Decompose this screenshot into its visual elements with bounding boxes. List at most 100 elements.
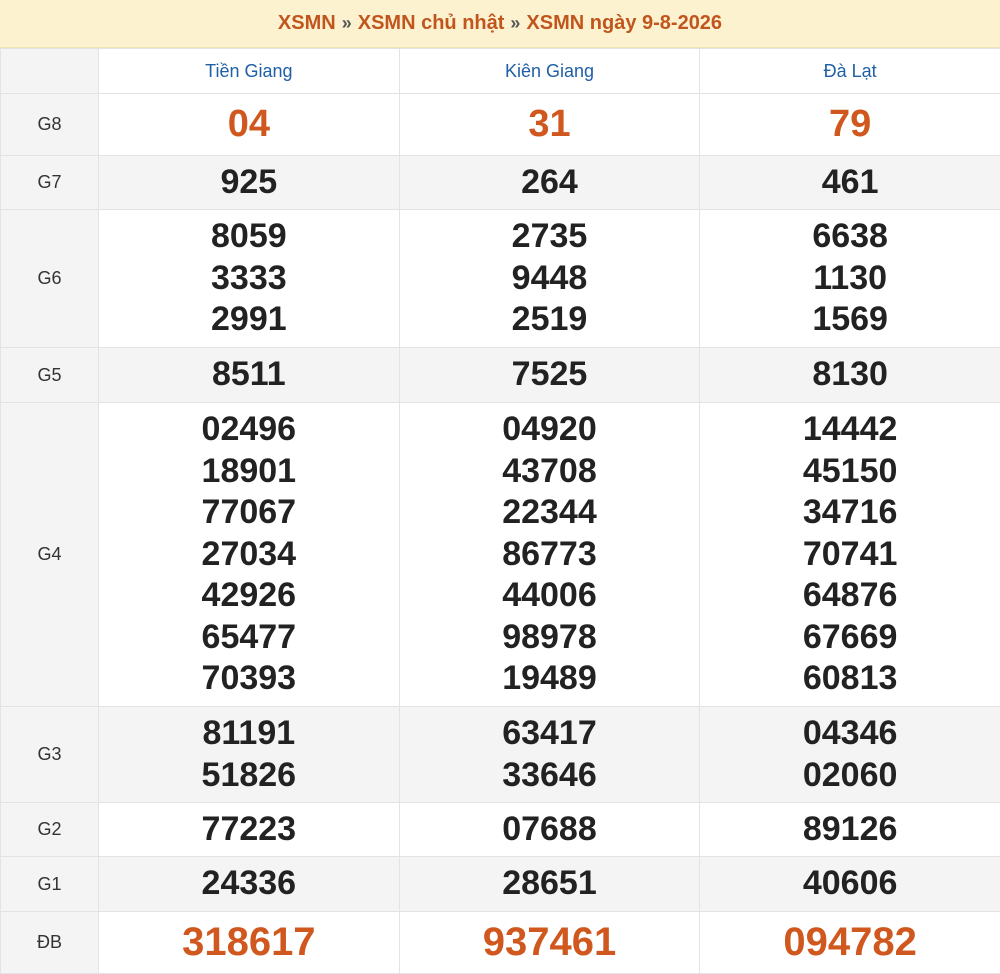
prize-cell-g7-tien-giang: 925 — [99, 156, 400, 210]
prize-number: 18901 — [99, 451, 399, 493]
prize-cell-g3-tien-giang: 8119151826 — [99, 707, 400, 803]
prize-number: 42926 — [99, 575, 399, 617]
prize-number: 925 — [99, 162, 399, 204]
prize-cell-g6-da-lat: 663811301569 — [700, 210, 1000, 348]
prize-number: 461 — [700, 162, 1000, 204]
prize-label-g4: G4 — [1, 403, 99, 707]
prize-cell-g4-tien-giang: 02496189017706727034429266547770393 — [99, 403, 400, 707]
prize-number: 60813 — [700, 658, 1000, 700]
prize-number: 937461 — [400, 922, 700, 964]
prize-label-g8: G8 — [1, 94, 99, 156]
prize-number: 2519 — [400, 299, 700, 341]
prize-cell-g5-kien-giang: 7525 — [399, 348, 700, 403]
prize-number: 40606 — [700, 863, 1000, 905]
prize-number: 44006 — [400, 575, 700, 617]
prize-number: 2735 — [400, 216, 700, 258]
prize-number: 65477 — [99, 617, 399, 659]
prize-cell-g1-da-lat: 40606 — [700, 857, 1000, 912]
prize-label-g6: G6 — [1, 210, 99, 348]
province-header-da-lat[interactable]: Đà Lạt — [700, 49, 1000, 94]
prize-rows: G8043179G7925264461G68059333329912735944… — [1, 94, 1000, 974]
breadcrumb-separator: » — [510, 13, 520, 34]
prize-number: 094782 — [700, 922, 1000, 964]
prize-row-g8: G8043179 — [1, 94, 1000, 156]
prize-number: 89126 — [700, 809, 1000, 851]
province-header-kien-giang[interactable]: Kiên Giang — [399, 49, 700, 94]
prize-cell-g5-da-lat: 8130 — [700, 348, 1000, 403]
province-header-tien-giang[interactable]: Tiền Giang — [99, 49, 400, 94]
prize-cell-g2-kien-giang: 07688 — [399, 803, 700, 857]
prize-number: 70393 — [99, 658, 399, 700]
prize-row-g7: G7925264461 — [1, 156, 1000, 210]
prize-row-g2: G2772230768889126 — [1, 803, 1000, 857]
prize-number: 64876 — [700, 575, 1000, 617]
prize-cell-g8-kien-giang: 31 — [399, 94, 700, 156]
breadcrumb-xsmn-sunday[interactable]: XSMN chủ nhật — [358, 12, 505, 35]
prize-number: 43708 — [400, 451, 700, 493]
prize-cell-db-kien-giang: 937461 — [399, 912, 700, 974]
prize-number: 24336 — [99, 863, 399, 905]
prize-row-g1: G1243362865140606 — [1, 857, 1000, 912]
prize-number: 1569 — [700, 299, 1000, 341]
prize-number: 19489 — [400, 658, 700, 700]
prize-cell-g1-kien-giang: 28651 — [399, 857, 700, 912]
prize-number: 9448 — [400, 258, 700, 300]
prize-row-g5: G5851175258130 — [1, 348, 1000, 403]
prize-number: 02496 — [99, 409, 399, 451]
prize-number: 8511 — [99, 354, 399, 396]
prize-number: 2991 — [99, 299, 399, 341]
prize-number: 34716 — [700, 492, 1000, 534]
prize-number: 79 — [700, 104, 1000, 146]
breadcrumb-xsmn-date[interactable]: XSMN ngày 9-8-2026 — [526, 12, 722, 35]
prize-cell-g4-kien-giang: 04920437082234486773440069897819489 — [399, 403, 700, 707]
prize-label-db: ĐB — [1, 912, 99, 974]
results-table: Tiền Giang Kiên Giang Đà Lạt G8043179G79… — [0, 48, 1000, 974]
prize-cell-g4-da-lat: 14442451503471670741648766766960813 — [700, 403, 1000, 707]
prize-number: 1130 — [700, 258, 1000, 300]
prize-label-g2: G2 — [1, 803, 99, 857]
header-corner — [1, 49, 99, 94]
prize-cell-g1-tien-giang: 24336 — [99, 857, 400, 912]
prize-label-g7: G7 — [1, 156, 99, 210]
prize-row-g3: G3811915182663417336460434602060 — [1, 707, 1000, 803]
prize-number: 22344 — [400, 492, 700, 534]
prize-cell-g5-tien-giang: 8511 — [99, 348, 400, 403]
breadcrumb-separator: » — [342, 13, 352, 34]
prize-number: 14442 — [700, 409, 1000, 451]
prize-number: 77223 — [99, 809, 399, 851]
prize-number: 27034 — [99, 534, 399, 576]
prize-number: 264 — [400, 162, 700, 204]
prize-cell-g8-da-lat: 79 — [700, 94, 1000, 156]
prize-cell-g7-kien-giang: 264 — [399, 156, 700, 210]
prize-number: 33646 — [400, 755, 700, 797]
prize-number: 6638 — [700, 216, 1000, 258]
prize-number: 318617 — [99, 922, 399, 964]
prize-number: 77067 — [99, 492, 399, 534]
prize-number: 45150 — [700, 451, 1000, 493]
breadcrumb: XSMN » XSMN chủ nhật » XSMN ngày 9-8-202… — [0, 0, 1000, 48]
prize-number: 8130 — [700, 354, 1000, 396]
prize-number: 04 — [99, 104, 399, 146]
prize-cell-g7-da-lat: 461 — [700, 156, 1000, 210]
prize-number: 28651 — [400, 863, 700, 905]
breadcrumb-xsmn[interactable]: XSMN — [278, 12, 336, 35]
prize-number: 51826 — [99, 755, 399, 797]
prize-cell-g3-kien-giang: 6341733646 — [399, 707, 700, 803]
prize-number: 98978 — [400, 617, 700, 659]
prize-label-g1: G1 — [1, 857, 99, 912]
prize-label-g3: G3 — [1, 707, 99, 803]
prize-cell-db-tien-giang: 318617 — [99, 912, 400, 974]
prize-number: 02060 — [700, 755, 1000, 797]
prize-cell-g6-kien-giang: 273594482519 — [399, 210, 700, 348]
prize-number: 70741 — [700, 534, 1000, 576]
prize-number: 63417 — [400, 713, 700, 755]
prize-label-g5: G5 — [1, 348, 99, 403]
prize-row-g4: G402496189017706727034429266547770393049… — [1, 403, 1000, 707]
prize-number: 04920 — [400, 409, 700, 451]
prize-number: 04346 — [700, 713, 1000, 755]
prize-number: 67669 — [700, 617, 1000, 659]
province-header-row: Tiền Giang Kiên Giang Đà Lạt — [1, 49, 1000, 94]
prize-number: 7525 — [400, 354, 700, 396]
prize-cell-db-da-lat: 094782 — [700, 912, 1000, 974]
prize-cell-g6-tien-giang: 805933332991 — [99, 210, 400, 348]
